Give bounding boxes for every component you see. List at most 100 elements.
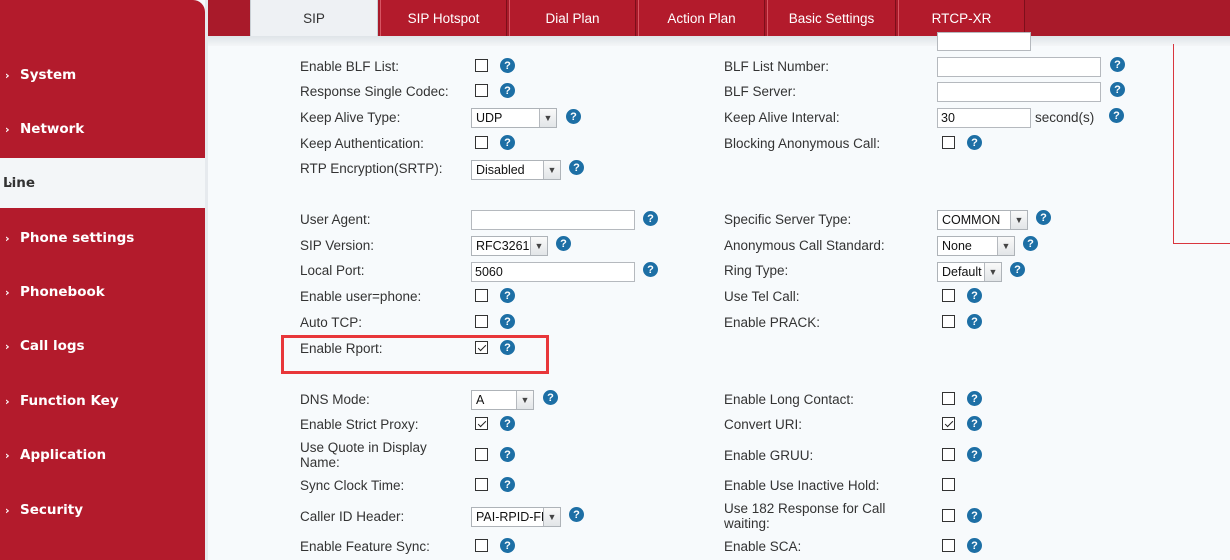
keep-alive-interval-input[interactable]: 30 (937, 108, 1031, 128)
tab-action-plan[interactable]: Action Plan (638, 0, 765, 36)
response-single-codec-checkbox[interactable] (475, 84, 488, 97)
blf-list-number-input[interactable] (937, 57, 1101, 77)
caller-id-header-label: Caller ID Header: (300, 509, 405, 524)
help-icon[interactable]: ? (569, 160, 584, 175)
help-icon[interactable]: ? (500, 447, 515, 462)
help-icon[interactable]: ? (643, 262, 658, 277)
sidebar-item-network[interactable]: › Network (0, 104, 205, 154)
help-icon[interactable]: ? (500, 83, 515, 98)
help-icon[interactable]: ? (500, 340, 515, 355)
enable-use-inactive-hold-checkbox[interactable] (942, 478, 955, 491)
ring-type-select[interactable]: Default ▼ (937, 262, 1002, 282)
tab-basic-settings[interactable]: Basic Settings (767, 0, 896, 36)
tab-sip-hotspot[interactable]: SIP Hotspot (380, 0, 507, 36)
sidebar-item-call-logs[interactable]: › Call logs (0, 321, 205, 371)
convert-uri-checkbox[interactable] (942, 417, 955, 430)
help-icon[interactable]: ? (967, 416, 982, 431)
chevron-right-icon: › (5, 448, 10, 462)
sidebar-item-line[interactable]: › Line (0, 158, 205, 208)
tab-sip[interactable]: SIP (250, 0, 378, 36)
enable-long-contact-checkbox[interactable] (942, 392, 955, 405)
enable-rport-checkbox[interactable] (475, 341, 488, 354)
keep-authentication-checkbox[interactable] (475, 136, 488, 149)
help-icon[interactable]: ? (569, 507, 584, 522)
select-value: COMMON (942, 213, 1001, 227)
sidebar-item-phone-settings[interactable]: › Phone settings (0, 213, 205, 263)
tab-bar-shadow (208, 36, 1230, 46)
use-quote-checkbox[interactable] (475, 448, 488, 461)
sidebar-item-label: Phonebook (20, 284, 105, 300)
sidebar-item-security[interactable]: › Security (0, 485, 205, 535)
help-icon[interactable]: ? (500, 58, 515, 73)
help-icon[interactable]: ? (643, 211, 658, 226)
help-icon[interactable]: ? (1010, 262, 1025, 277)
help-icon[interactable]: ? (500, 538, 515, 553)
sidebar-item-phonebook[interactable]: › Phonebook (0, 267, 205, 317)
tab-rtcp-xr[interactable]: RTCP-XR (898, 0, 1025, 36)
sidebar-item-label: Phone settings (20, 230, 135, 246)
help-icon[interactable]: ? (1110, 82, 1125, 97)
sip-version-select[interactable]: RFC3261 ▼ (471, 236, 548, 256)
chevron-right-icon: › (5, 122, 10, 136)
help-icon[interactable]: ? (1036, 210, 1051, 225)
cut-off-input[interactable] (937, 32, 1031, 51)
enable-gruu-checkbox[interactable] (942, 448, 955, 461)
local-port-input[interactable]: 5060 (471, 262, 635, 282)
dropdown-arrow-icon: ▼ (539, 109, 556, 127)
anonymous-call-standard-select[interactable]: None ▼ (937, 236, 1015, 256)
chevron-right-icon: › (5, 285, 10, 299)
help-icon[interactable]: ? (500, 314, 515, 329)
user-agent-input[interactable] (471, 210, 635, 230)
enable-strict-proxy-checkbox[interactable] (475, 417, 488, 430)
enable-feature-sync-checkbox[interactable] (475, 539, 488, 552)
enable-sca-checkbox[interactable] (942, 539, 955, 552)
help-icon[interactable]: ? (500, 416, 515, 431)
select-value: UDP (476, 111, 503, 125)
response-single-codec-label: Response Single Codec: (300, 84, 449, 99)
tab-dial-plan[interactable]: Dial Plan (509, 0, 636, 36)
chevron-right-icon: › (5, 231, 10, 245)
blocking-anonymous-call-checkbox[interactable] (942, 136, 955, 149)
help-icon[interactable]: ? (967, 447, 982, 462)
sidebar-item-function-key[interactable]: › Function Key (0, 376, 205, 426)
help-icon[interactable]: ? (967, 538, 982, 553)
enable-prack-checkbox[interactable] (942, 315, 955, 328)
auto-tcp-label: Auto TCP: (300, 315, 363, 330)
help-icon[interactable]: ? (967, 288, 982, 303)
help-icon[interactable]: ? (543, 390, 558, 405)
specific-server-type-select[interactable]: COMMON ▼ (937, 210, 1028, 230)
help-icon[interactable]: ? (967, 135, 982, 150)
auto-tcp-checkbox[interactable] (475, 315, 488, 328)
help-icon[interactable]: ? (500, 477, 515, 492)
help-icon[interactable]: ? (1023, 236, 1038, 251)
help-icon[interactable]: ? (566, 109, 581, 124)
dropdown-arrow-icon: ▼ (543, 508, 560, 526)
sidebar-item-label: Security (20, 502, 84, 518)
help-icon[interactable]: ? (967, 391, 982, 406)
enable-blf-list-checkbox[interactable] (475, 59, 488, 72)
help-icon[interactable]: ? (1109, 108, 1124, 123)
sync-clock-time-checkbox[interactable] (475, 478, 488, 491)
keep-alive-type-select[interactable]: UDP ▼ (471, 108, 557, 128)
caller-id-header-select[interactable]: PAI-RPID-FF ▼ (471, 507, 561, 527)
convert-uri-label: Convert URI: (724, 417, 803, 432)
rtp-encryption-select[interactable]: Disabled ▼ (471, 160, 561, 180)
sidebar-item-application[interactable]: › Application (0, 430, 205, 480)
blocking-anonymous-call-label: Blocking Anonymous Call: (724, 136, 881, 151)
help-icon[interactable]: ? (967, 314, 982, 329)
sidebar-item-system[interactable]: › System (0, 50, 205, 100)
chevron-right-icon: › (5, 339, 10, 353)
blf-list-number-label: BLF List Number: (724, 59, 830, 74)
keep-authentication-label: Keep Authentication: (300, 136, 424, 151)
use-tel-call-checkbox[interactable] (942, 289, 955, 302)
dns-mode-select[interactable]: A ▼ (471, 390, 534, 410)
help-icon[interactable]: ? (967, 508, 982, 523)
use-182-response-checkbox[interactable] (942, 509, 955, 522)
help-icon[interactable]: ? (556, 236, 571, 251)
chevron-right-icon: › (5, 503, 10, 517)
help-icon[interactable]: ? (1110, 57, 1125, 72)
help-icon[interactable]: ? (500, 135, 515, 150)
blf-server-input[interactable] (937, 82, 1101, 102)
enable-user-phone-checkbox[interactable] (475, 289, 488, 302)
help-icon[interactable]: ? (500, 288, 515, 303)
